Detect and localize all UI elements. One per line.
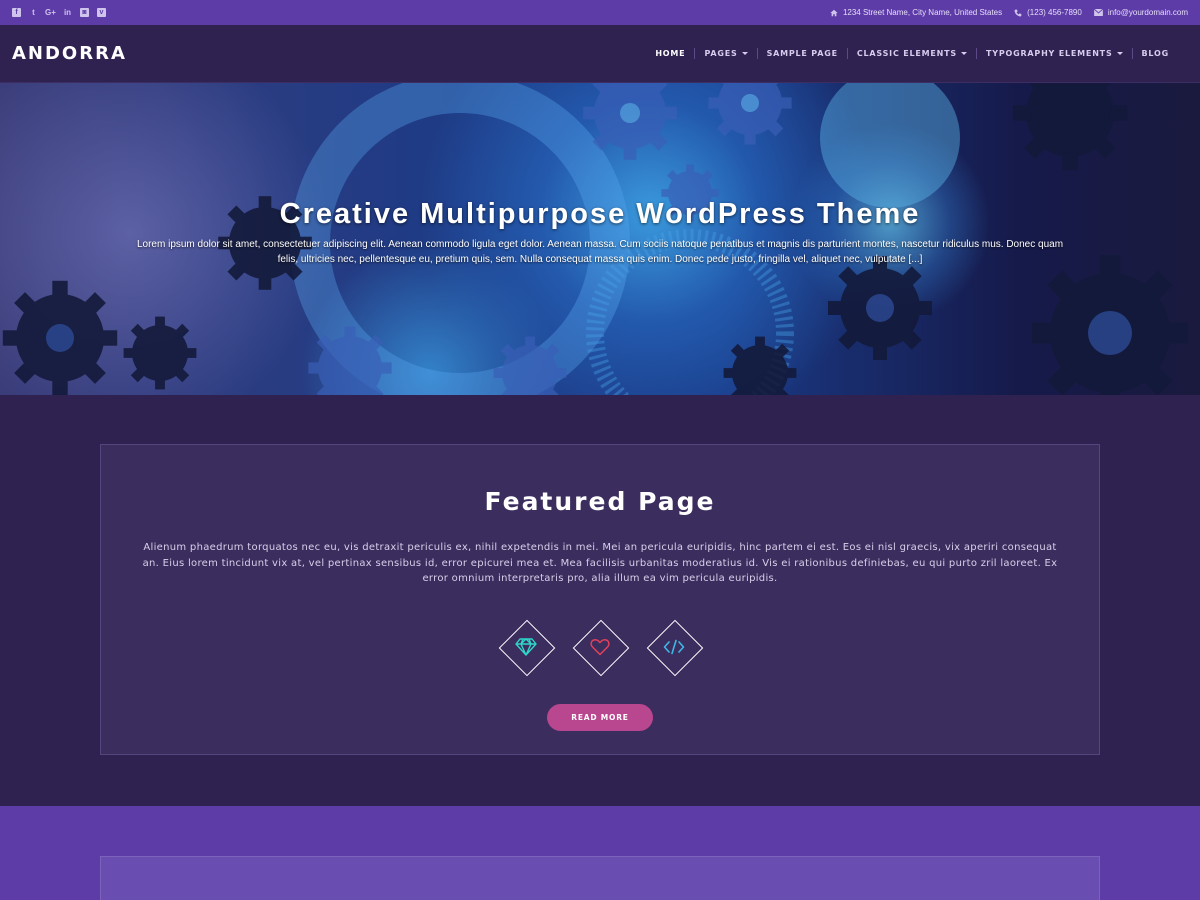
nav-item-classic-elements[interactable]: CLASSIC ELEMENTS	[846, 48, 976, 59]
code-icon	[663, 639, 685, 654]
nav-item-label: SAMPLE PAGE	[766, 49, 838, 58]
linkedin-icon[interactable]: in	[63, 8, 72, 17]
featured-text: Alienum phaedrum torquatos nec eu, vis d…	[142, 542, 1058, 584]
featured-card: Featured Page Alienum phaedrum torquatos…	[100, 444, 1100, 755]
facebook-icon[interactable]: f	[12, 8, 21, 17]
nav-item-home[interactable]: HOME	[646, 48, 694, 59]
hero-description: Lorem ipsum dolor sit amet, consectetuer…	[136, 239, 1064, 265]
feature-heart[interactable]	[573, 620, 627, 674]
heart-icon	[590, 638, 610, 655]
top-bar: f t G+ in ◙ v 1234 Street Name, City Nam…	[0, 0, 1200, 25]
featured-title: Featured Page	[484, 487, 716, 516]
nav-item-pages[interactable]: PAGES	[694, 48, 756, 59]
nav-item-label: HOME	[655, 49, 686, 58]
nav-item-label: BLOG	[1141, 49, 1169, 58]
next-section	[0, 806, 1200, 900]
envelope-icon	[1093, 9, 1103, 16]
feature-icons	[101, 620, 1099, 674]
phone-item[interactable]: (123) 456-7890	[1014, 8, 1082, 17]
phone-text: (123) 456-7890	[1027, 8, 1082, 17]
feature-code[interactable]	[647, 620, 701, 674]
address-item: 1234 Street Name, City Name, United Stat…	[830, 8, 1002, 17]
site-header: ANDORRA HOME PAGES SAMPLE PAGE CLASSIC E…	[0, 25, 1200, 83]
caret-down-icon	[1116, 52, 1123, 55]
hero-content: Creative Multipurpose WordPress Theme Lo…	[0, 198, 1200, 267]
contact-info: 1234 Street Name, City Name, United Stat…	[830, 8, 1188, 17]
feature-diamond[interactable]	[499, 620, 553, 674]
nav-item-blog[interactable]: BLOG	[1131, 48, 1178, 59]
address-text: 1234 Street Name, City Name, United Stat…	[842, 8, 1003, 17]
next-section-card	[100, 856, 1100, 900]
caret-down-icon	[960, 52, 967, 55]
social-links: f t G+ in ◙ v	[12, 8, 106, 17]
google-plus-icon[interactable]: G+	[45, 8, 56, 17]
caret-down-icon	[741, 52, 748, 55]
twitter-icon[interactable]: t	[29, 8, 38, 17]
site-logo[interactable]: ANDORRA	[12, 43, 127, 64]
nav-item-label: TYPOGRAPHY ELEMENTS	[985, 49, 1113, 58]
nav-item-label: PAGES	[704, 49, 738, 58]
hero-title: Creative Multipurpose WordPress Theme	[279, 198, 921, 230]
nav-item-sample-page[interactable]: SAMPLE PAGE	[756, 48, 847, 59]
instagram-icon[interactable]: ◙	[80, 8, 89, 17]
read-more-button[interactable]: READ MORE	[547, 703, 653, 731]
email-item[interactable]: info@yourdomain.com	[1093, 8, 1188, 17]
home-icon	[830, 9, 838, 16]
vimeo-icon[interactable]: v	[97, 8, 106, 17]
main-nav: HOME PAGES SAMPLE PAGE CLASSIC ELEMENTS …	[646, 48, 1178, 59]
phone-icon	[1014, 9, 1022, 16]
hero-banner: Creative Multipurpose WordPress Theme Lo…	[0, 83, 1200, 395]
diamond-icon	[515, 637, 537, 656]
nav-item-label: CLASSIC ELEMENTS	[856, 49, 957, 58]
nav-item-typography-elements[interactable]: TYPOGRAPHY ELEMENTS	[975, 48, 1132, 59]
email-text: info@yourdomain.com	[1107, 8, 1188, 17]
featured-section: Featured Page Alienum phaedrum torquatos…	[0, 395, 1200, 806]
